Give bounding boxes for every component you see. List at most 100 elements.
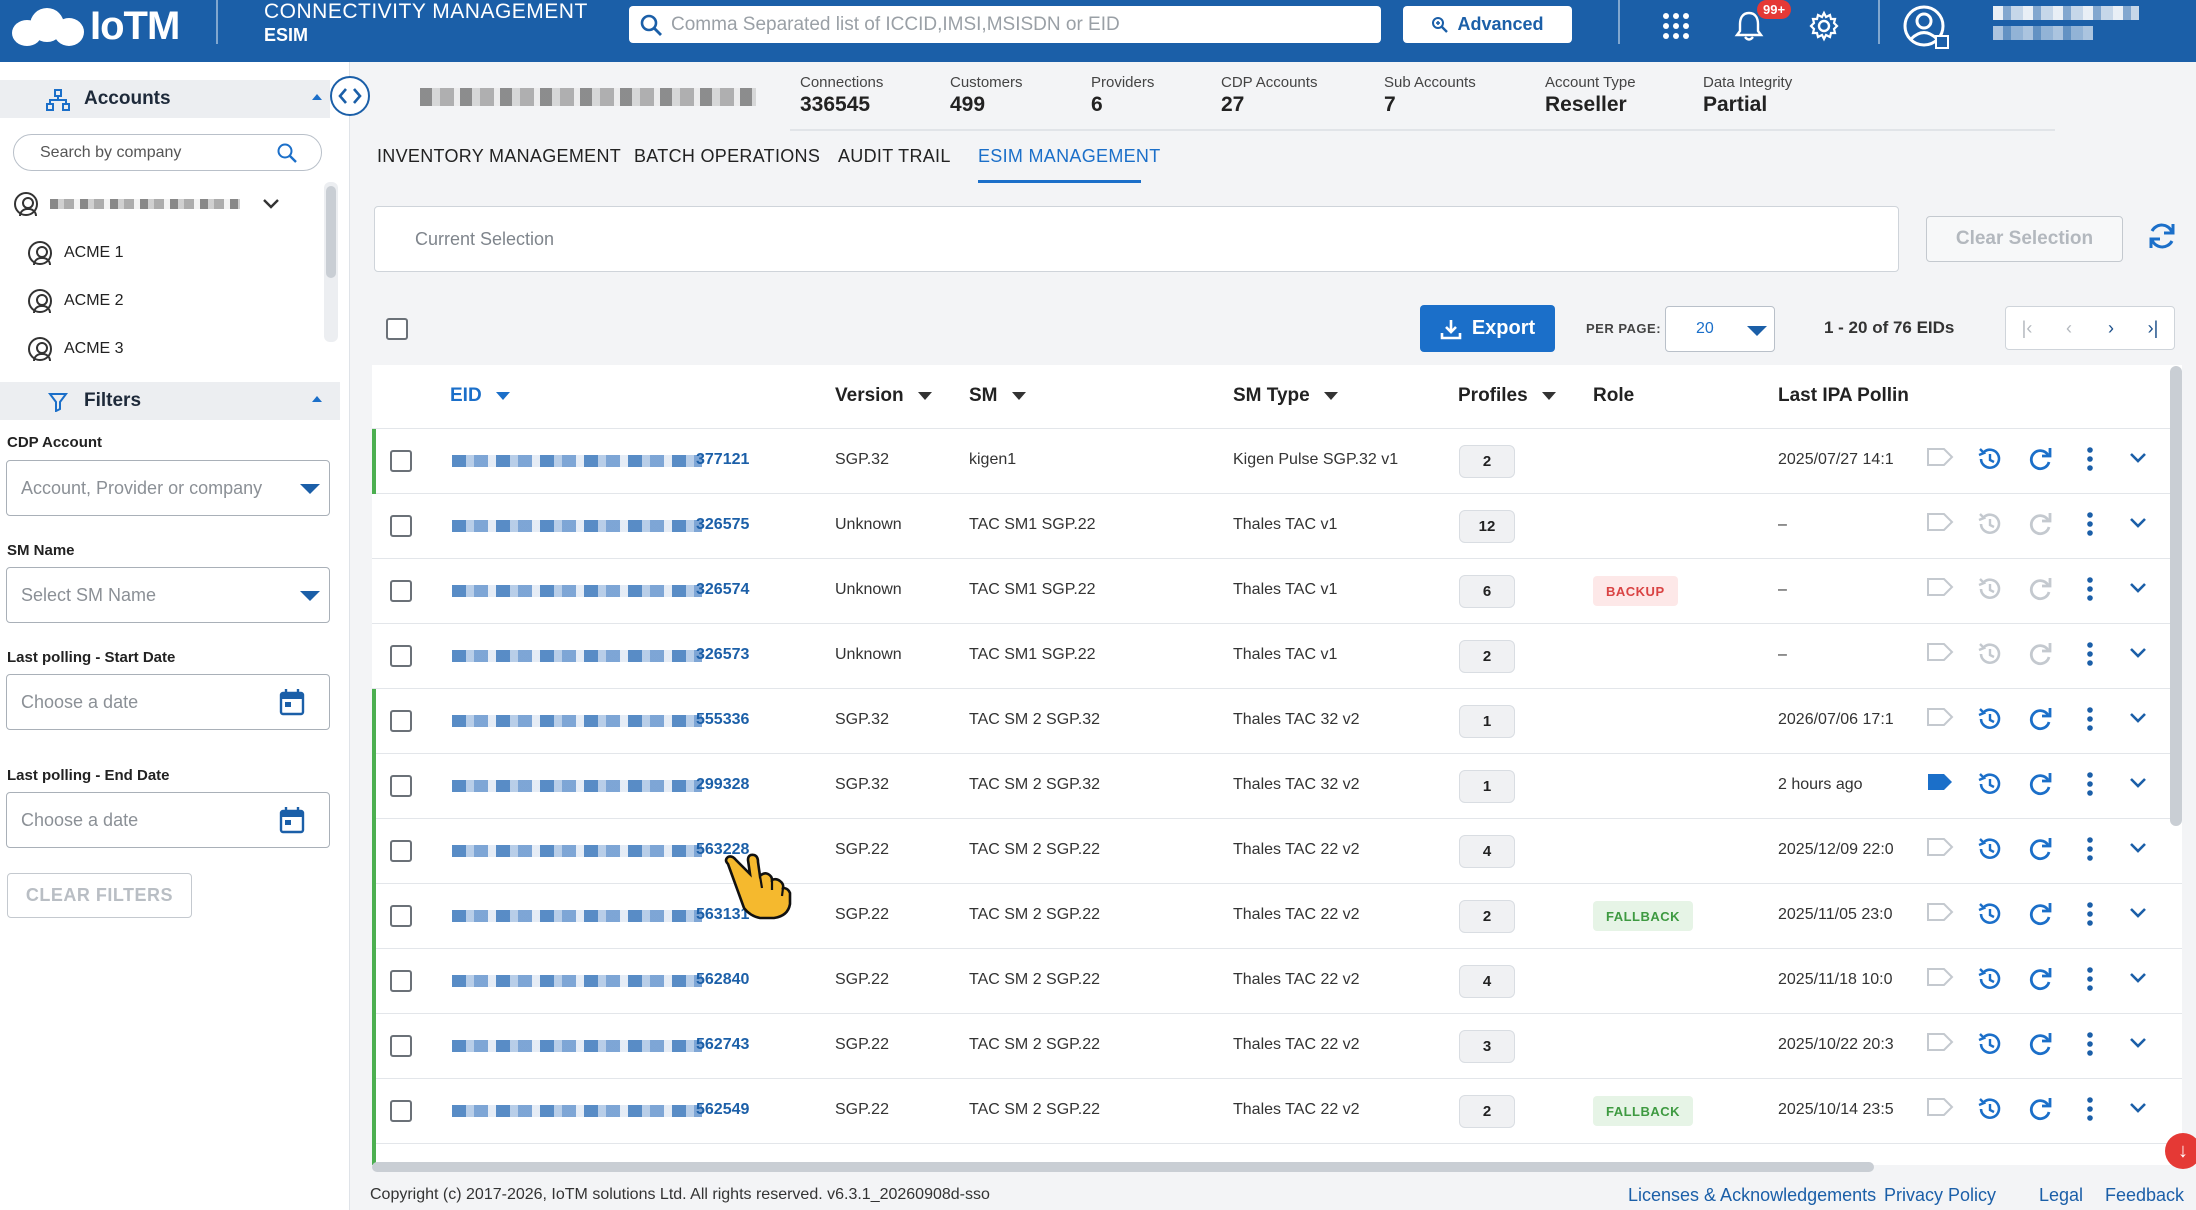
row-checkbox[interactable] (390, 905, 412, 927)
column-header-sm[interactable]: SM (969, 385, 1026, 407)
refresh-icon[interactable] (2026, 1095, 2058, 1127)
table-row[interactable]: 326573 Unknown TAC SM1 SGP.22 Thales TAC v1… (372, 624, 2182, 689)
row-checkbox[interactable] (390, 1100, 412, 1122)
history-icon[interactable] (1976, 770, 2008, 802)
tab-audit-trail[interactable]: AUDIT TRAIL (838, 146, 951, 167)
tag-icon[interactable] (1926, 640, 1958, 672)
row-checkbox[interactable] (390, 775, 412, 797)
row-checkbox[interactable] (390, 970, 412, 992)
refresh-icon[interactable] (2026, 640, 2058, 672)
select-all-checkbox[interactable] (386, 318, 408, 340)
chevron-up-icon[interactable] (310, 392, 324, 411)
more-vertical-icon[interactable] (2084, 640, 2116, 672)
table-row[interactable]: 377121 SGP.32 kigen1 Kigen Pulse SGP.32 v1 2… (372, 429, 2182, 494)
tag-icon[interactable] (1926, 770, 1958, 802)
table-row[interactable]: 563228 SGP.22 TAC SM 2 SGP.22 Thales TAC 22… (372, 819, 2182, 884)
chevron-down-icon[interactable] (2128, 711, 2160, 743)
table-row[interactable]: 562840 SGP.22 TAC SM 2 SGP.22 Thales TAC 22… (372, 949, 2182, 1014)
refresh-icon[interactable] (2026, 835, 2058, 867)
chevron-down-icon[interactable] (2128, 581, 2160, 613)
chevron-down-icon[interactable] (2128, 646, 2160, 678)
more-vertical-icon[interactable] (2084, 770, 2116, 802)
row-checkbox[interactable] (390, 515, 412, 537)
column-header-sm-type[interactable]: SM Type (1233, 385, 1338, 407)
table-row[interactable]: 299328 SGP.32 TAC SM 2 SGP.32 Thales TAC 32… (372, 754, 2182, 819)
first-page-icon[interactable]: |‹ (2006, 307, 2048, 349)
table-row[interactable]: 326575 Unknown TAC SM1 SGP.22 Thales TAC v1… (372, 494, 2182, 559)
chevron-down-icon[interactable] (2128, 971, 2160, 1003)
profiles-count-badge[interactable]: 12 (1459, 510, 1515, 543)
profiles-count-badge[interactable]: 2 (1459, 640, 1515, 673)
scroll-down-arrow-icon[interactable]: ↓ (2165, 1133, 2196, 1169)
row-checkbox[interactable] (390, 710, 412, 732)
tag-icon[interactable] (1926, 705, 1958, 737)
column-header-profiles[interactable]: Profiles (1458, 385, 1556, 407)
row-checkbox[interactable] (390, 1035, 412, 1057)
history-icon[interactable] (1976, 705, 2008, 737)
tree-item-acme-2[interactable]: ACME 2 (28, 289, 124, 313)
tag-icon[interactable] (1926, 1030, 1958, 1062)
refresh-icon[interactable] (2026, 575, 2058, 607)
history-icon[interactable] (1976, 900, 2008, 932)
iotm-logo[interactable]: IoTM (12, 4, 180, 48)
table-horizontal-scrollbar[interactable] (372, 1162, 1874, 1172)
tag-icon[interactable] (1926, 900, 1958, 932)
row-checkbox[interactable] (390, 580, 412, 602)
chevron-down-icon[interactable] (2128, 776, 2160, 808)
global-search[interactable] (629, 6, 1381, 43)
eid-link[interactable]: 562840 (696, 971, 749, 989)
company-search-input[interactable] (40, 143, 270, 162)
profiles-count-badge[interactable]: 2 (1459, 1095, 1515, 1128)
sm-name-select[interactable]: Select SM Name (6, 567, 330, 623)
gear-icon[interactable] (1806, 8, 1842, 44)
row-checkbox[interactable] (390, 645, 412, 667)
eid-link[interactable]: 562743 (696, 1036, 749, 1054)
chevron-down-icon[interactable] (2128, 1036, 2160, 1068)
eid-link[interactable]: 377121 (696, 451, 749, 469)
chevron-down-icon[interactable] (2128, 516, 2160, 548)
profiles-count-badge[interactable]: 2 (1459, 900, 1515, 933)
tab-inventory-management[interactable]: INVENTORY MANAGEMENT (377, 146, 621, 167)
refresh-icon[interactable] (2026, 1030, 2058, 1062)
tree-item-acme-3[interactable]: ACME 3 (28, 337, 124, 361)
more-vertical-icon[interactable] (2084, 900, 2116, 932)
profiles-count-badge[interactable]: 3 (1459, 1030, 1515, 1063)
refresh-icon[interactable] (2026, 510, 2058, 542)
footer-link-privacy[interactable]: Privacy Policy (1884, 1185, 1996, 1206)
tag-icon[interactable] (1926, 510, 1958, 542)
table-vertical-scrollbar[interactable] (2170, 366, 2182, 826)
profiles-count-badge[interactable]: 1 (1459, 770, 1515, 803)
column-header-last-ipa-polling[interactable]: Last IPA Pollin (1778, 385, 1909, 407)
table-row[interactable]: 555336 SGP.32 TAC SM 2 SGP.32 Thales TAC 32… (372, 689, 2182, 754)
column-header-role[interactable]: Role (1593, 385, 1634, 407)
company-search[interactable] (13, 134, 322, 171)
profiles-count-badge[interactable]: 1 (1459, 705, 1515, 738)
profiles-count-badge[interactable]: 4 (1459, 965, 1515, 998)
profiles-count-badge[interactable]: 4 (1459, 835, 1515, 868)
refresh-icon[interactable] (2026, 770, 2058, 802)
more-vertical-icon[interactable] (2084, 965, 2116, 997)
more-vertical-icon[interactable] (2084, 835, 2116, 867)
chevron-up-icon[interactable] (310, 90, 324, 109)
more-vertical-icon[interactable] (2084, 1095, 2116, 1127)
footer-link-feedback[interactable]: Feedback (2105, 1185, 2184, 1206)
chevron-down-icon[interactable] (262, 198, 280, 210)
current-selection-field[interactable]: Current Selection (374, 206, 1899, 272)
history-icon[interactable] (1976, 510, 2008, 542)
refresh-icon[interactable] (2026, 705, 2058, 737)
more-vertical-icon[interactable] (2084, 705, 2116, 737)
start-date-field[interactable]: Choose a date (6, 674, 330, 730)
tag-icon[interactable] (1926, 835, 1958, 867)
eid-link[interactable]: 562549 (696, 1101, 749, 1119)
table-row[interactable]: 562549 SGP.22 TAC SM 2 SGP.22 Thales TAC 22… (372, 1079, 2182, 1144)
history-icon[interactable] (1976, 965, 2008, 997)
more-vertical-icon[interactable] (2084, 575, 2116, 607)
eid-link[interactable]: 326575 (696, 516, 749, 534)
search-icon[interactable] (276, 142, 298, 164)
history-icon[interactable] (1976, 1030, 2008, 1062)
apps-grid-icon[interactable] (1658, 8, 1694, 44)
clear-selection-button[interactable]: Clear Selection (1926, 216, 2123, 262)
more-vertical-icon[interactable] (2084, 445, 2116, 477)
chevron-down-icon[interactable] (2128, 1101, 2160, 1133)
advanced-search-button[interactable]: Advanced (1403, 6, 1572, 43)
